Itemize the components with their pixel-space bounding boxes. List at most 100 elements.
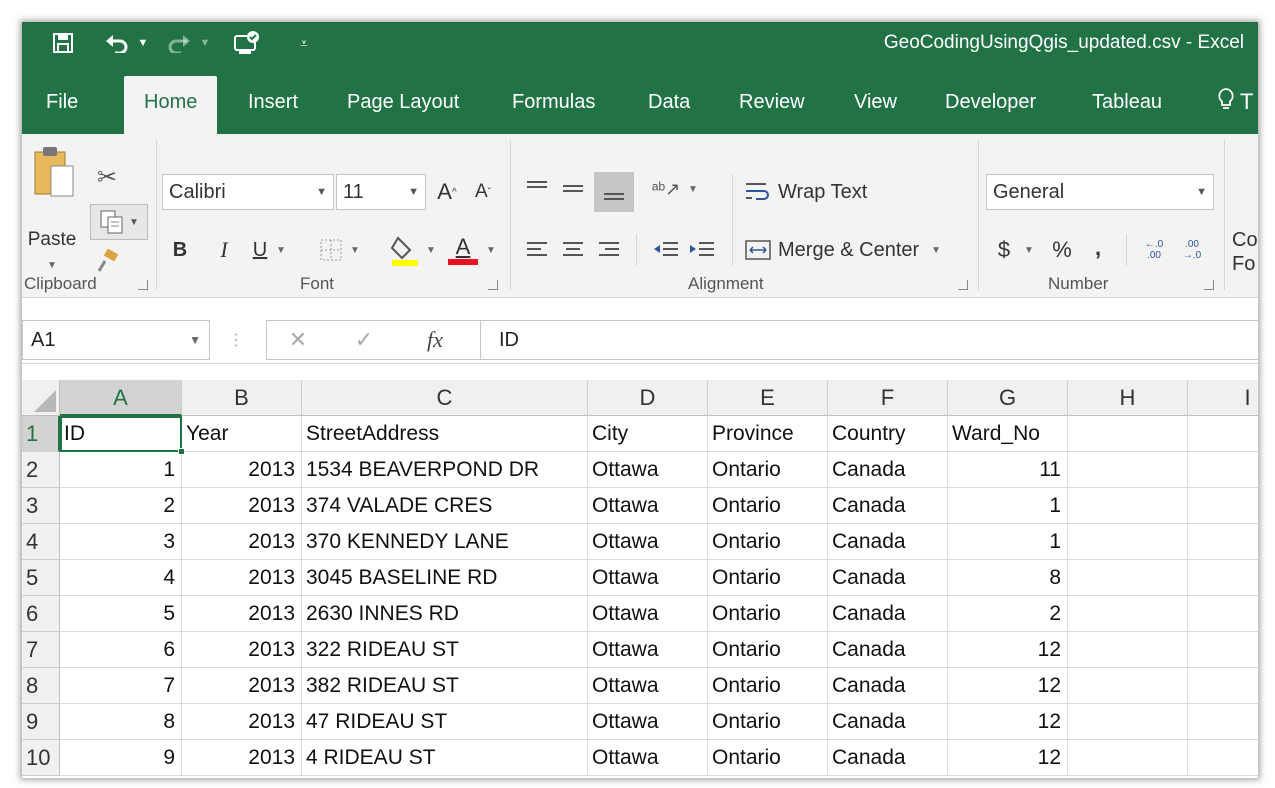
cell-e6[interactable]: Ontario bbox=[708, 596, 828, 632]
chevron-down-icon[interactable]: ▼ bbox=[274, 234, 288, 266]
cell-i7[interactable] bbox=[1188, 632, 1258, 668]
cell-d6[interactable]: Ottawa bbox=[588, 596, 708, 632]
cell-d5[interactable]: Ottawa bbox=[588, 560, 708, 596]
paste-label[interactable]: Paste bbox=[22, 226, 82, 254]
redo-dropdown-icon[interactable]: ▼ bbox=[198, 22, 212, 64]
cell-g10[interactable]: 12 bbox=[948, 740, 1068, 776]
column-header-h[interactable]: H bbox=[1068, 380, 1188, 416]
middle-align-icon[interactable] bbox=[558, 174, 588, 204]
select-all-corner[interactable] bbox=[22, 380, 60, 416]
cell-a6[interactable]: 5 bbox=[60, 596, 182, 632]
row-header-3[interactable]: 3 bbox=[22, 488, 60, 524]
name-box[interactable]: A1 ▼ bbox=[22, 320, 210, 360]
row-header-9[interactable]: 9 bbox=[22, 704, 60, 740]
column-header-f[interactable]: F bbox=[828, 380, 948, 416]
row-header-10[interactable]: 10 bbox=[22, 740, 60, 776]
bottom-align-icon[interactable] bbox=[594, 172, 634, 212]
align-right-icon[interactable] bbox=[594, 234, 624, 264]
cut-icon[interactable]: ✂ bbox=[92, 162, 122, 192]
cell-i6[interactable] bbox=[1188, 596, 1258, 632]
column-header-e[interactable]: E bbox=[708, 380, 828, 416]
copy-icon[interactable]: ▼ bbox=[90, 204, 148, 240]
comma-style-button[interactable]: , bbox=[1088, 232, 1108, 264]
undo-icon[interactable] bbox=[102, 22, 132, 64]
tab-review[interactable]: Review bbox=[739, 76, 805, 134]
cell-d4[interactable]: Ottawa bbox=[588, 524, 708, 560]
chevron-down-icon[interactable]: ▼ bbox=[1022, 234, 1036, 266]
cell-c10[interactable]: 4 RIDEAU ST bbox=[302, 740, 588, 776]
top-align-icon[interactable] bbox=[522, 174, 552, 204]
cell-c9[interactable]: 47 RIDEAU ST bbox=[302, 704, 588, 740]
chevron-down-icon[interactable]: ▼ bbox=[484, 234, 498, 266]
tab-home[interactable]: Home bbox=[124, 76, 218, 134]
row-header-1[interactable]: 1 bbox=[22, 416, 60, 452]
cell-f8[interactable]: Canada bbox=[828, 668, 948, 704]
cell-d2[interactable]: Ottawa bbox=[588, 452, 708, 488]
percent-style-button[interactable]: % bbox=[1048, 234, 1076, 266]
cell-f3[interactable]: Canada bbox=[828, 488, 948, 524]
cell-c6[interactable]: 2630 INNES RD bbox=[302, 596, 588, 632]
cell-h1[interactable] bbox=[1068, 416, 1188, 452]
cell-a9[interactable]: 8 bbox=[60, 704, 182, 740]
undo-dropdown-icon[interactable]: ▼ bbox=[136, 22, 150, 64]
cell-b1[interactable]: Year bbox=[182, 416, 302, 452]
wrap-text-button[interactable]: Wrap Text bbox=[744, 176, 894, 208]
tab-data[interactable]: Data bbox=[648, 76, 690, 134]
cell-a4[interactable]: 3 bbox=[60, 524, 182, 560]
cell-c4[interactable]: 370 KENNEDY LANE bbox=[302, 524, 588, 560]
row-header-7[interactable]: 7 bbox=[22, 632, 60, 668]
column-header-c[interactable]: C bbox=[302, 380, 588, 416]
chevron-down-icon[interactable]: ▼ bbox=[424, 234, 438, 266]
cell-b4[interactable]: 2013 bbox=[182, 524, 302, 560]
cell-a7[interactable]: 6 bbox=[60, 632, 182, 668]
cell-e4[interactable]: Ontario bbox=[708, 524, 828, 560]
cell-e1[interactable]: Province bbox=[708, 416, 828, 452]
column-header-g[interactable]: G bbox=[948, 380, 1068, 416]
bold-button[interactable]: B bbox=[168, 234, 192, 266]
tab-tableau[interactable]: Tableau bbox=[1092, 76, 1162, 134]
insert-function-icon[interactable]: fx bbox=[417, 323, 453, 357]
cell-i4[interactable] bbox=[1188, 524, 1258, 560]
cell-a5[interactable]: 4 bbox=[60, 560, 182, 596]
orientation-icon[interactable]: ᵃᵇ↗ bbox=[648, 174, 684, 204]
cell-a3[interactable]: 2 bbox=[60, 488, 182, 524]
cell-d9[interactable]: Ottawa bbox=[588, 704, 708, 740]
cell-d8[interactable]: Ottawa bbox=[588, 668, 708, 704]
cell-e9[interactable]: Ontario bbox=[708, 704, 828, 740]
underline-button[interactable]: U bbox=[248, 234, 272, 266]
customize-icon[interactable]: ⩡ bbox=[294, 22, 314, 64]
paste-icon[interactable] bbox=[28, 144, 80, 200]
decrease-decimal-button[interactable]: .00 →.0 bbox=[1176, 234, 1208, 266]
row-header-2[interactable]: 2 bbox=[22, 452, 60, 488]
column-header-d[interactable]: D bbox=[588, 380, 708, 416]
number-format-select[interactable]: General ▼ bbox=[986, 174, 1214, 210]
cell-f10[interactable]: Canada bbox=[828, 740, 948, 776]
cell-b5[interactable]: 2013 bbox=[182, 560, 302, 596]
fill-color-icon[interactable] bbox=[388, 232, 422, 268]
cell-b3[interactable]: 2013 bbox=[182, 488, 302, 524]
cell-f4[interactable]: Canada bbox=[828, 524, 948, 560]
chevron-down-icon[interactable]: ▼ bbox=[189, 321, 201, 359]
increase-decimal-button[interactable]: ←.0 .00 bbox=[1138, 234, 1170, 266]
cell-h6[interactable] bbox=[1068, 596, 1188, 632]
cell-b10[interactable]: 2013 bbox=[182, 740, 302, 776]
font-name-select[interactable]: Calibri ▼ bbox=[162, 174, 334, 210]
font-size-select[interactable]: 11 ▼ bbox=[336, 174, 426, 210]
cell-c3[interactable]: 374 VALADE CRES bbox=[302, 488, 588, 524]
font-launcher-icon[interactable] bbox=[488, 280, 498, 290]
paste-dropdown-icon[interactable]: ▼ bbox=[42, 258, 62, 272]
cell-g7[interactable]: 12 bbox=[948, 632, 1068, 668]
cell-h9[interactable] bbox=[1068, 704, 1188, 740]
cell-c1[interactable]: StreetAddress bbox=[302, 416, 588, 452]
cell-c7[interactable]: 322 RIDEAU ST bbox=[302, 632, 588, 668]
cell-f7[interactable]: Canada bbox=[828, 632, 948, 668]
cell-h5[interactable] bbox=[1068, 560, 1188, 596]
cell-i5[interactable] bbox=[1188, 560, 1258, 596]
cell-e3[interactable]: Ontario bbox=[708, 488, 828, 524]
cell-g3[interactable]: 1 bbox=[948, 488, 1068, 524]
increase-indent-icon[interactable] bbox=[686, 234, 718, 264]
cell-i10[interactable] bbox=[1188, 740, 1258, 776]
save-icon[interactable] bbox=[48, 22, 78, 64]
number-launcher-icon[interactable] bbox=[1204, 280, 1214, 290]
chevron-down-icon[interactable]: ▼ bbox=[348, 234, 362, 266]
